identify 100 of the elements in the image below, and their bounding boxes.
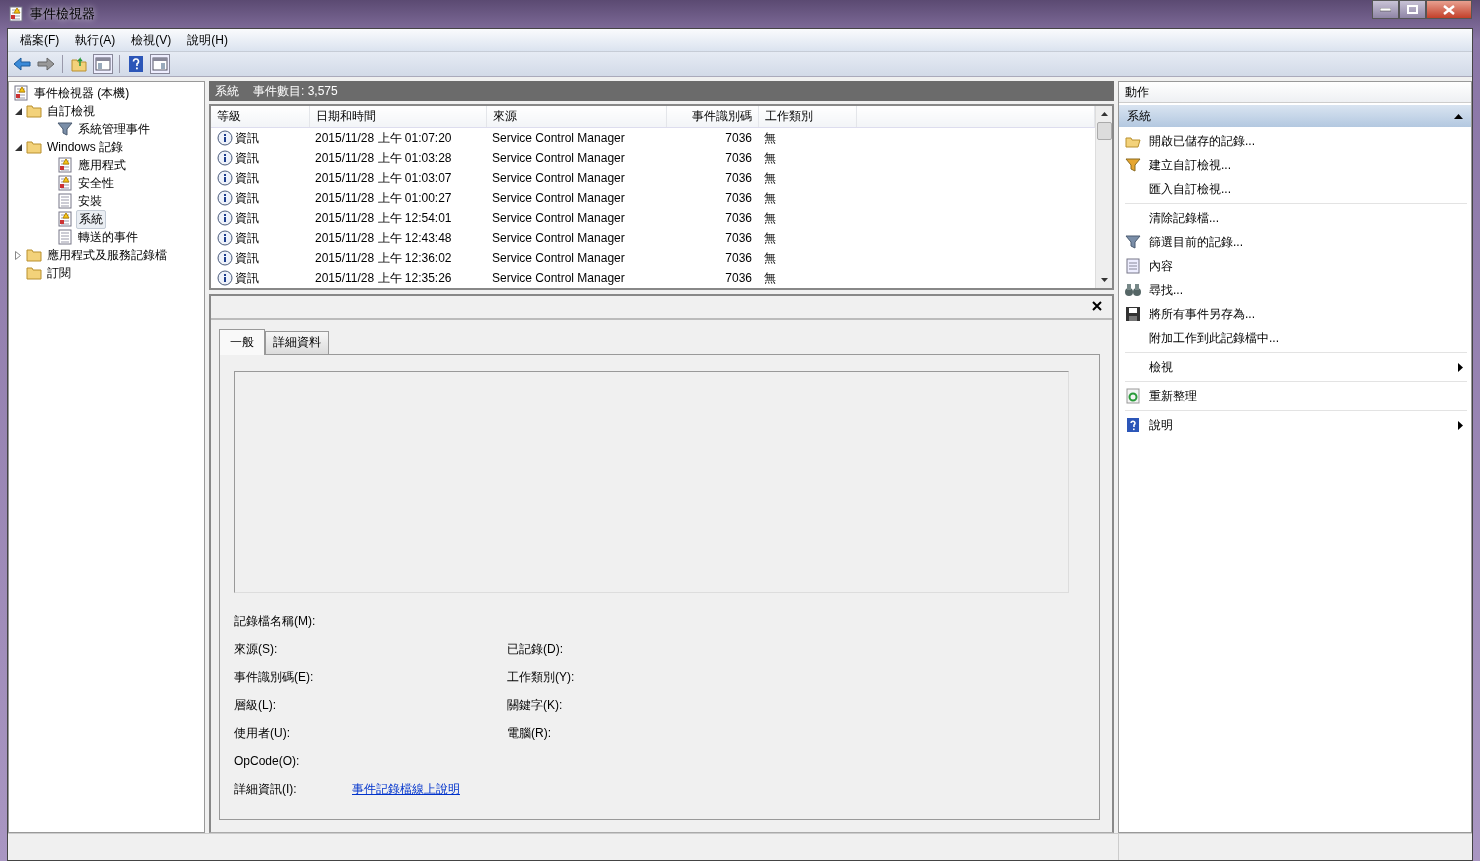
- action-item[interactable]: 說明: [1125, 413, 1467, 437]
- action-item[interactable]: 清除記錄檔...: [1125, 206, 1467, 230]
- maximize-button[interactable]: [1399, 0, 1426, 19]
- source-cell-text: Service Control Manager: [491, 270, 626, 287]
- funnel-icon: [1125, 157, 1141, 173]
- category-cell-text: 無: [763, 249, 777, 267]
- section-header[interactable]: 系統: [1119, 105, 1471, 127]
- tree-item[interactable]: 應用程式及服務記錄檔: [45, 246, 169, 264]
- menu-item[interactable]: 執行(A): [67, 29, 124, 51]
- field-label: OpCode(O):: [234, 754, 301, 768]
- log-name: 系統: [215, 82, 239, 100]
- action-item[interactable]: 建立自訂檢視...: [1125, 153, 1467, 177]
- minimize-button[interactable]: [1372, 0, 1399, 19]
- tree-item[interactable]: 安裝: [76, 192, 104, 210]
- event-id-cell-text: 7036: [724, 250, 753, 267]
- level-cell: 資訊: [235, 229, 259, 247]
- field-label: 使用者(U):: [234, 724, 291, 742]
- info-icon: [217, 210, 233, 226]
- event-id-cell-text: 7036: [724, 270, 753, 287]
- field-label: 電腦(R):: [507, 724, 552, 742]
- log-icon: [57, 211, 73, 227]
- tree-item[interactable]: 系統: [76, 209, 106, 229]
- level-cell: 資訊: [235, 209, 259, 227]
- action-item[interactable]: 檢視: [1125, 355, 1467, 379]
- log-icon: [57, 157, 73, 173]
- menu-item[interactable]: 檢視(V): [123, 29, 180, 51]
- event-id-cell-text: 7036: [724, 150, 753, 167]
- menu-item[interactable]: 說明(H): [179, 29, 236, 51]
- scroll-up-icon[interactable]: [1100, 112, 1108, 116]
- source-cell-text: Service Control Manager: [491, 230, 626, 247]
- level-cell: 資訊: [235, 269, 259, 287]
- tree-item[interactable]: 事件檢視器 (本機): [32, 84, 132, 102]
- submenu-arrow-icon: [1458, 362, 1463, 372]
- scroll-down-icon[interactable]: [1100, 278, 1108, 282]
- tree-item[interactable]: 訂閱: [45, 264, 73, 282]
- action-item[interactable]: 附加工作到此記錄檔中...: [1125, 326, 1467, 350]
- tree-item[interactable]: 系統管理事件: [76, 120, 152, 138]
- field-label: 工作類別(Y):: [507, 668, 576, 686]
- action-item[interactable]: 將所有事件另存為...: [1125, 302, 1467, 326]
- submenu-arrow-icon: [1458, 420, 1463, 430]
- tree-item[interactable]: 應用程式: [76, 156, 128, 174]
- back-button[interactable]: [12, 54, 32, 74]
- column-header[interactable]: 事件識別碼: [666, 106, 758, 128]
- tree-item[interactable]: Windows 記錄: [45, 138, 125, 156]
- folder-icon: [26, 247, 42, 263]
- event-count: 事件數目: 3,575: [253, 82, 338, 100]
- date-cell-text: 2015/11/28 上午 12:35:26: [314, 269, 453, 287]
- menu-item[interactable]: 檔案(F): [12, 29, 68, 51]
- date-cell-text: 2015/11/28 上午 01:03:28: [314, 149, 453, 167]
- level-cell: 資訊: [235, 249, 259, 267]
- date-cell-text: 2015/11/28 上午 01:00:27: [314, 189, 453, 207]
- tree-item[interactable]: 自訂檢視: [45, 102, 97, 120]
- collapsed-arrow-icon[interactable]: [15, 250, 21, 260]
- tree-item[interactable]: 轉送的事件: [76, 228, 140, 246]
- binoculars-icon: [1125, 282, 1141, 298]
- info-icon: [217, 230, 233, 246]
- scrollbar-thumb[interactable]: [1096, 122, 1112, 140]
- action-item[interactable]: 篩選目前的記錄...: [1125, 230, 1467, 254]
- source-cell-text: Service Control Manager: [491, 210, 626, 227]
- category-cell-text: 無: [763, 169, 777, 187]
- date-cell-text: 2015/11/28 上午 12:36:02: [314, 249, 453, 267]
- funnel-icon: [57, 121, 73, 137]
- category-cell-text: 無: [763, 269, 777, 287]
- column-header[interactable]: 來源: [486, 106, 666, 128]
- close-icon[interactable]: [1092, 301, 1104, 313]
- up-folder-button[interactable]: [69, 54, 89, 74]
- tree-item[interactable]: 安全性: [76, 174, 116, 192]
- column-header[interactable]: 等級: [211, 106, 309, 128]
- category-cell-text: 無: [763, 149, 777, 167]
- date-cell: 2015/11/28 上午 01:07:20: [309, 127, 486, 148]
- level-cell: 資訊: [235, 149, 259, 167]
- expanded-arrow-icon[interactable]: [14, 143, 22, 151]
- field-label: 已記錄(D):: [507, 640, 564, 658]
- event-id-cell-text: 7036: [724, 170, 753, 187]
- scrollbar[interactable]: [1095, 106, 1112, 288]
- help-icon: [1125, 417, 1141, 433]
- action-item[interactable]: 重新整理: [1125, 384, 1467, 408]
- app-icon: [8, 6, 24, 22]
- help-link[interactable]: 事件記錄檔線上說明: [352, 781, 460, 796]
- tab[interactable]: 一般: [219, 329, 265, 355]
- action-item[interactable]: 開啟已儲存的記錄...: [1125, 129, 1467, 153]
- action-item[interactable]: 匯入自訂檢視...: [1125, 177, 1467, 201]
- event-id-cell-text: 7036: [724, 190, 753, 207]
- help-button[interactable]: [126, 54, 146, 74]
- action-item[interactable]: 尋找...: [1125, 278, 1467, 302]
- forward-button[interactable]: [36, 54, 56, 74]
- minimize-icon: [1380, 7, 1391, 12]
- category-cell: 無: [758, 127, 856, 148]
- close-button[interactable]: [1426, 0, 1472, 19]
- field-label: 關鍵字(K):: [507, 696, 564, 714]
- column-header[interactable]: 日期和時間: [309, 106, 486, 128]
- expanded-arrow-icon[interactable]: [14, 107, 22, 115]
- action-item[interactable]: 內容: [1125, 254, 1467, 278]
- event-viewer-icon: [13, 85, 29, 101]
- source-cell-text: Service Control Manager: [491, 190, 626, 207]
- console-tree-button[interactable]: [93, 54, 113, 74]
- log-icon: [57, 175, 73, 191]
- tab[interactable]: 詳細資料: [265, 331, 329, 354]
- action-pane-button[interactable]: [150, 54, 170, 74]
- column-header[interactable]: 工作類別: [758, 106, 856, 128]
